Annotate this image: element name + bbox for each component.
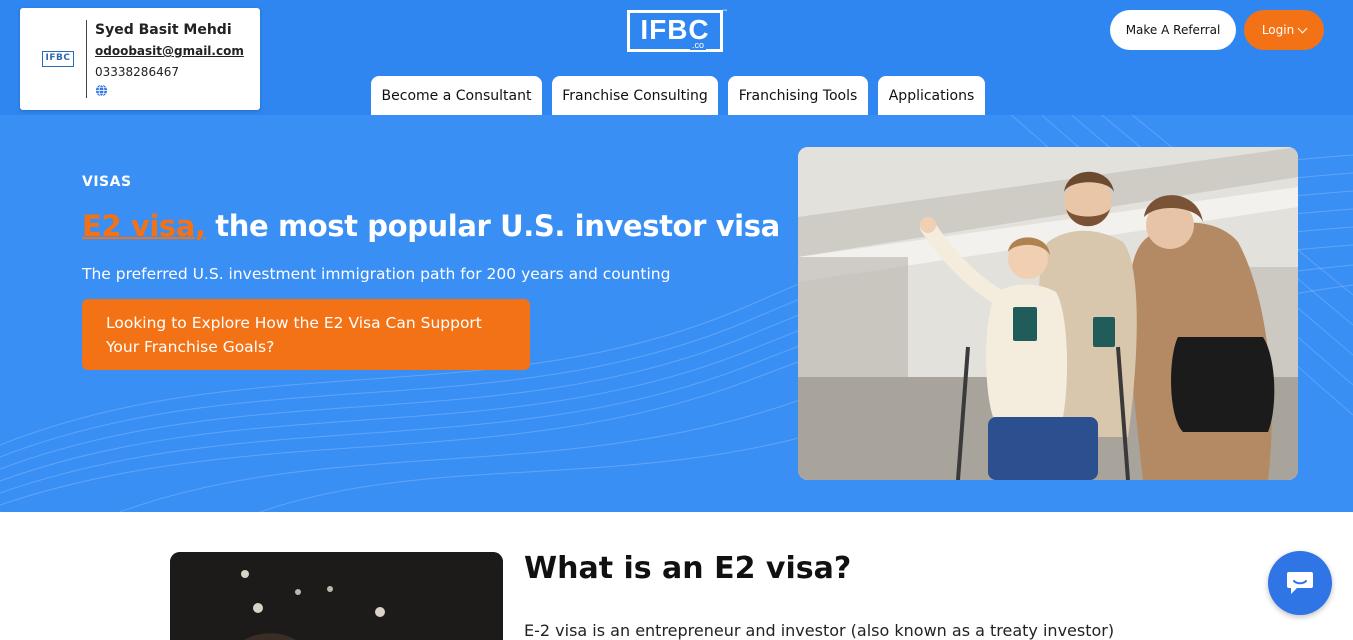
hero-headline-rest: the most popular U.S. investor visa (205, 209, 780, 243)
content-image-art (170, 552, 503, 640)
content-image (170, 552, 503, 640)
login-button[interactable]: Login (1244, 10, 1324, 50)
chat-bubble-icon (1287, 572, 1313, 594)
hero-subheadline: The preferred U.S. investment immigratio… (82, 265, 671, 283)
hero-eyebrow: VISAS (82, 174, 132, 190)
hero-section: VISAS E2 visa, the most popular U.S. inv… (0, 115, 1353, 512)
contact-email-link[interactable]: odoobasit@gmail.com (95, 44, 244, 58)
tab-franchising-tools[interactable]: Franchising Tools (728, 76, 868, 115)
chat-button[interactable] (1268, 551, 1332, 615)
section-title: What is an E2 visa? (524, 551, 852, 586)
explore-e2-visa-cta-button[interactable]: Looking to Explore How the E2 Visa Can S… (82, 299, 530, 370)
contact-card: IFBC Syed Basit Mehdi odoobasit@gmail.co… (20, 8, 260, 110)
site-header: IFBC Syed Basit Mehdi odoobasit@gmail.co… (0, 0, 1353, 115)
e2-visa-link[interactable]: E2 visa, (82, 209, 206, 243)
tab-franchise-consulting[interactable]: Franchise Consulting (552, 76, 718, 115)
make-referral-button[interactable]: Make A Referral (1110, 10, 1236, 50)
contact-card-logo: IFBC (42, 51, 74, 67)
globe-icon[interactable] (95, 84, 108, 97)
brand-logo[interactable]: IFBC (627, 10, 723, 52)
hero-headline: E2 visa, the most popular U.S. investor … (82, 209, 780, 243)
family-airport-illustration (798, 147, 1298, 480)
section-body: E-2 visa is an entrepreneur and investor… (524, 621, 1115, 640)
make-referral-label: Make A Referral (1125, 23, 1221, 37)
chevron-down-icon (1297, 23, 1308, 33)
hero-family-photo (798, 147, 1298, 480)
tab-become-a-consultant[interactable]: Become a Consultant (371, 76, 542, 115)
contact-phone: 03338286467 (95, 65, 179, 79)
login-label: Login (1261, 23, 1295, 37)
brand-logo-suffix: .co (690, 40, 707, 50)
contact-name: Syed Basit Mehdi (95, 22, 232, 38)
contact-card-divider (86, 20, 87, 98)
tab-applications[interactable]: Applications (878, 76, 985, 115)
brand-trademark: ™ (722, 9, 728, 16)
